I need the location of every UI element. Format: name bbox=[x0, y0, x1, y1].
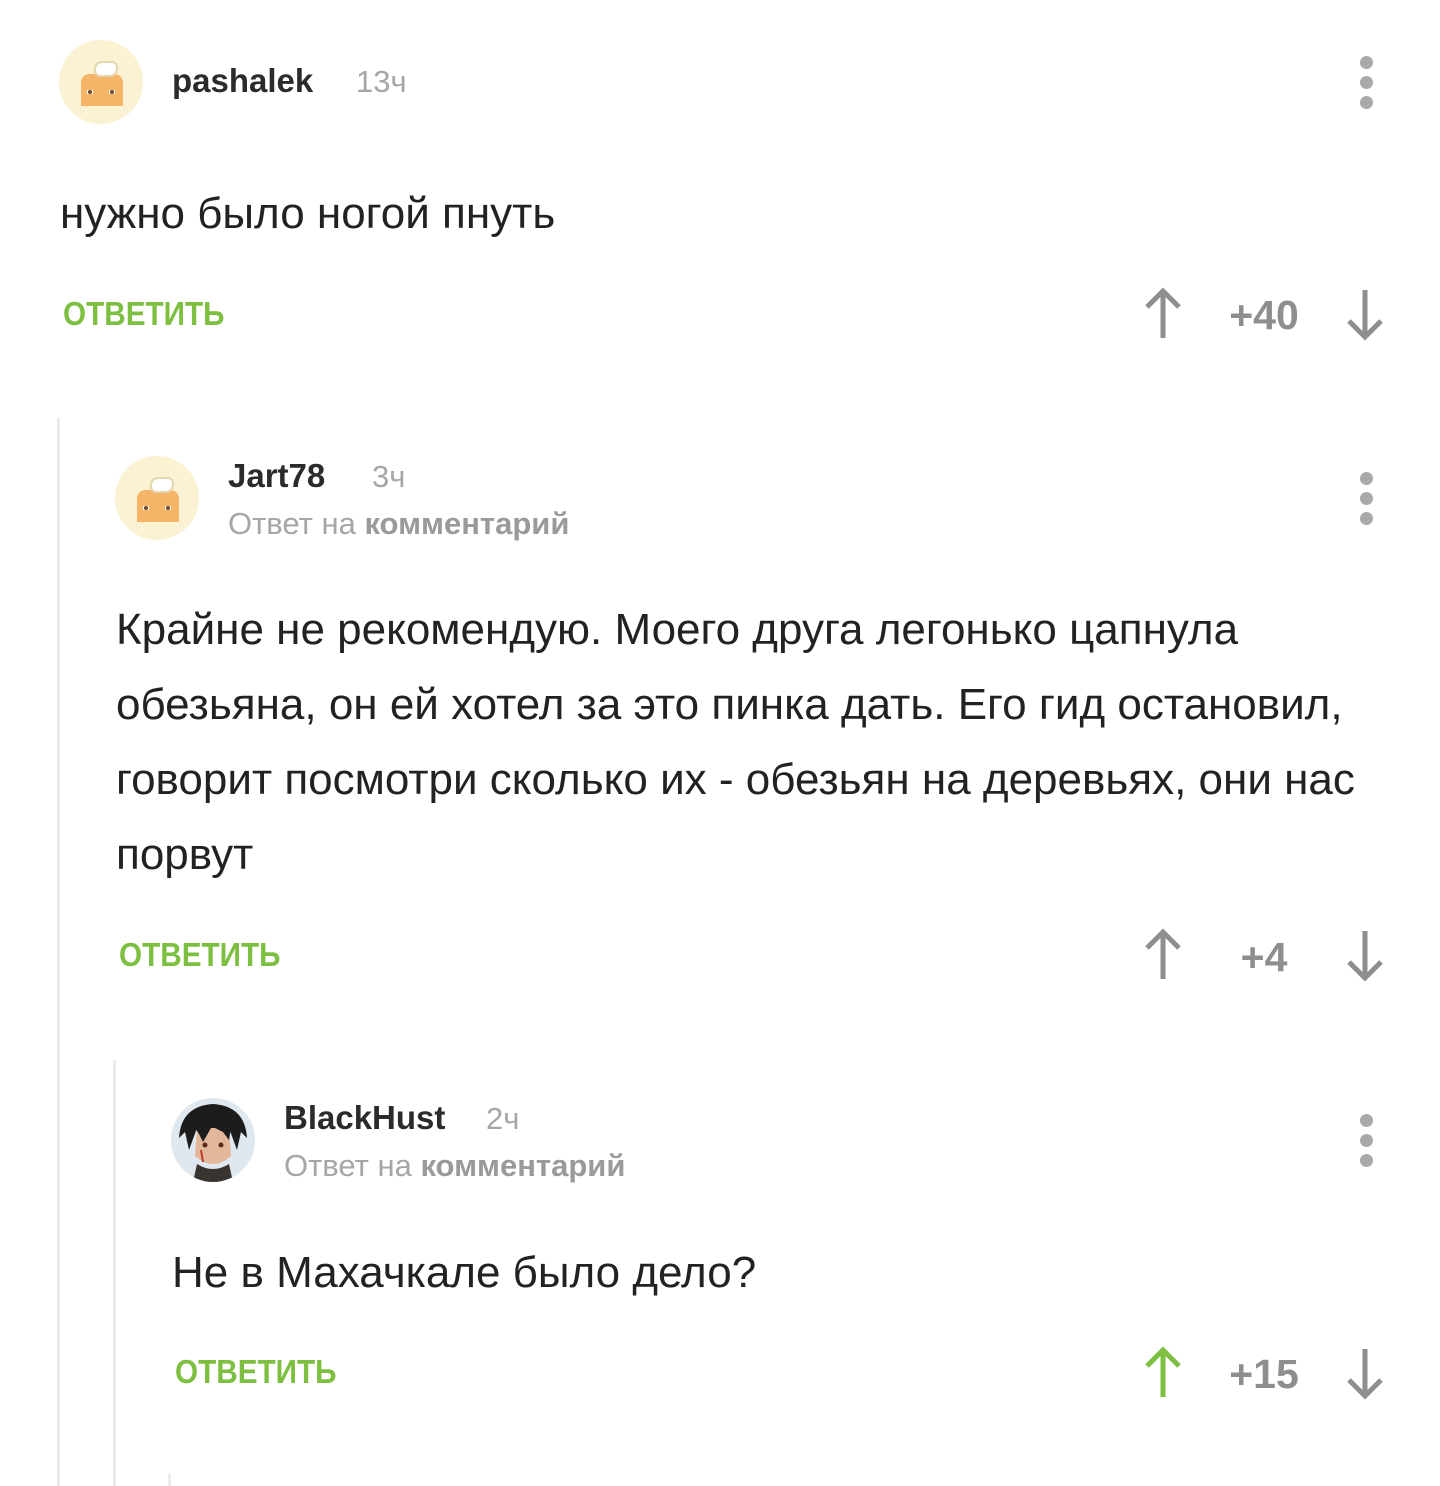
reply-to-line: Ответ на комментарий bbox=[228, 506, 569, 542]
reply-button[interactable]: ОТВЕТИТЬ bbox=[63, 295, 224, 333]
default-avatar-icon[interactable] bbox=[59, 40, 143, 124]
thread-line-level-3 bbox=[168, 1474, 171, 1486]
reply-to-prefix: Ответ на bbox=[228, 506, 356, 541]
arrow-down-icon[interactable] bbox=[1343, 927, 1387, 983]
reply-button[interactable]: ОТВЕТИТЬ bbox=[175, 1353, 336, 1391]
comment-time: 2ч bbox=[486, 1101, 520, 1136]
comment-time: 3ч bbox=[372, 459, 406, 494]
comment-text: нужно было ногой пнуть bbox=[60, 189, 556, 238]
anime-character-avatar-icon[interactable] bbox=[171, 1098, 255, 1182]
default-avatar-icon[interactable] bbox=[115, 456, 199, 540]
arrow-up-icon[interactable] bbox=[1141, 1345, 1185, 1401]
vote-score: +15 bbox=[1229, 1351, 1299, 1397]
vertical-dots-icon[interactable] bbox=[1347, 1108, 1387, 1174]
thread-line-level-2 bbox=[113, 1060, 116, 1486]
comment-time: 13ч bbox=[356, 64, 407, 99]
arrow-down-icon[interactable] bbox=[1343, 1345, 1387, 1401]
comment-text: Не в Махачкале было дело? bbox=[172, 1248, 757, 1297]
vertical-dots-icon[interactable] bbox=[1347, 50, 1387, 116]
username[interactable]: pashalek bbox=[172, 62, 313, 100]
reply-to-prefix: Ответ на bbox=[284, 1148, 412, 1183]
arrow-up-icon[interactable] bbox=[1141, 927, 1185, 983]
arrow-up-icon[interactable] bbox=[1141, 286, 1185, 342]
vote-score: +4 bbox=[1240, 934, 1288, 980]
vote-score: +40 bbox=[1229, 292, 1299, 338]
reply-button[interactable]: ОТВЕТИТЬ bbox=[119, 936, 280, 974]
reply-to-line: Ответ на комментарий bbox=[284, 1148, 625, 1184]
arrow-down-icon[interactable] bbox=[1343, 286, 1387, 342]
username[interactable]: BlackHust bbox=[284, 1099, 445, 1137]
reply-to-link[interactable]: комментарий bbox=[420, 1148, 625, 1183]
comment-text: Крайне не рекомендую. Моего друга легонь… bbox=[116, 605, 1355, 879]
thread-line-level-1 bbox=[57, 418, 60, 1486]
vertical-dots-icon[interactable] bbox=[1347, 466, 1387, 532]
reply-to-link[interactable]: комментарий bbox=[364, 506, 569, 541]
username[interactable]: Jart78 bbox=[228, 457, 325, 495]
